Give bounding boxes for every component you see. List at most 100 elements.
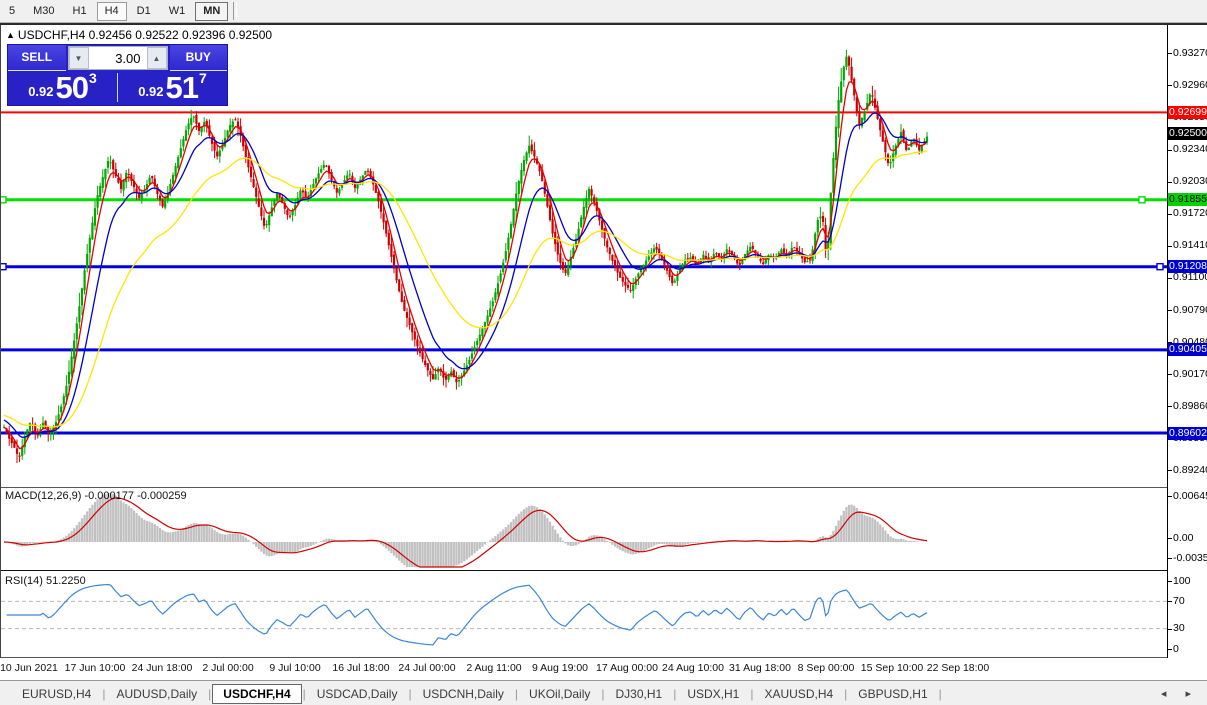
timeframe-button-h1[interactable]: H1 xyxy=(65,2,95,21)
rsi-axis-label: 70 xyxy=(1173,595,1185,608)
volume-increase-button[interactable]: ▲ xyxy=(147,47,167,69)
rsi-axis-label: 30 xyxy=(1173,622,1185,635)
sell-price-big: 50 xyxy=(56,74,88,102)
axis-price-label: 0.92960 xyxy=(1173,79,1207,92)
axis-price-label: 0.92340 xyxy=(1173,143,1207,156)
chart-tab-usdcnh[interactable]: USDCNH,Daily xyxy=(413,684,514,704)
timeframe-button-w1[interactable]: W1 xyxy=(161,2,194,21)
trade-panel-toggle-arrow[interactable]: ▲ xyxy=(6,30,15,40)
axis-tick xyxy=(1168,581,1172,582)
axis-price-label: 0.90790 xyxy=(1173,304,1207,317)
chart-region: 0.932700.929600.926500.923400.920300.917… xyxy=(0,25,1207,658)
rsi-axis-label: 0 xyxy=(1173,643,1179,656)
date-label: 9 Jul 10:00 xyxy=(269,662,320,674)
chart-title: ▲USDCHF,H4 0.92456 0.92522 0.92396 0.925… xyxy=(6,28,272,42)
axis-tick xyxy=(1168,53,1172,54)
date-label: 24 Aug 10:00 xyxy=(662,662,724,674)
tab-separator: | xyxy=(515,687,518,701)
axis-tick xyxy=(1168,246,1172,247)
tab-scroll-arrows[interactable]: ◂ ▸ xyxy=(1161,687,1199,700)
axis-price-label: 0.92030 xyxy=(1173,175,1207,188)
date-label: 17 Aug 00:00 xyxy=(596,662,658,674)
axis-tick xyxy=(1168,629,1172,630)
tab-separator: | xyxy=(208,687,211,701)
timeframe-button-mn[interactable]: MN xyxy=(195,2,228,21)
moving-average-slow[interactable] xyxy=(4,151,927,427)
rsi-label: RSI(14) 51.2250 xyxy=(5,575,86,587)
macd-axis-label: 0.006451 xyxy=(1173,490,1207,503)
toolbar-separator xyxy=(233,2,237,20)
price-tag: 0.90405 xyxy=(1168,343,1207,356)
date-label: 2 Jul 00:00 xyxy=(202,662,253,674)
timeframe-button-5[interactable]: 5 xyxy=(1,2,23,21)
sell-price-prefix: 0.92 xyxy=(28,82,53,102)
volume-decrease-button[interactable]: ▼ xyxy=(69,47,89,69)
chart-tab-usdchf[interactable]: USDCHF,H4 xyxy=(212,684,301,704)
axis-price-label: 0.91720 xyxy=(1173,207,1207,220)
buy-price-big: 51 xyxy=(166,74,198,102)
timeframe-button-m30[interactable]: M30 xyxy=(25,2,62,21)
axis-tick xyxy=(1168,310,1172,311)
axis-tick xyxy=(1168,496,1172,497)
price-tag: 0.91208 xyxy=(1168,260,1207,273)
sell-price-quote[interactable]: 0.92 50 3 xyxy=(8,71,117,104)
chart-tab-ukoil[interactable]: UKOil,Daily xyxy=(519,684,600,704)
axis-tick xyxy=(1168,278,1172,279)
price-tag: 0.89602 xyxy=(1168,427,1207,440)
price-axis[interactable]: 0.932700.929600.926500.923400.920300.917… xyxy=(1168,25,1207,658)
date-label: 2 Aug 11:00 xyxy=(466,662,521,674)
axis-tick xyxy=(1168,558,1172,559)
chart-tab-audusd[interactable]: AUDUSD,Daily xyxy=(106,684,207,704)
buy-button[interactable]: BUY xyxy=(170,45,228,71)
tab-separator: | xyxy=(844,687,847,701)
timeframe-button-h4[interactable]: H4 xyxy=(97,2,127,21)
chart-tab-usdcad[interactable]: USDCAD,Daily xyxy=(307,684,408,704)
line-handle[interactable] xyxy=(1,197,6,203)
axis-price-label: 0.89860 xyxy=(1173,400,1207,413)
rsi-axis-label: 100 xyxy=(1173,575,1191,588)
chart-tab-dj30[interactable]: DJ30,H1 xyxy=(606,684,673,704)
date-label: 22 Sep 18:00 xyxy=(927,662,989,674)
price-tag: 0.92500 xyxy=(1168,127,1207,140)
axis-price-label: 0.90170 xyxy=(1173,368,1207,381)
sell-price-sup: 3 xyxy=(89,72,97,84)
tab-separator: | xyxy=(408,687,411,701)
date-label: 9 Aug 19:00 xyxy=(532,662,588,674)
axis-price-label: 0.91100 xyxy=(1173,271,1207,284)
date-label: 24 Jul 00:00 xyxy=(398,662,455,674)
tab-separator: | xyxy=(673,687,676,701)
date-label: 16 Jul 18:00 xyxy=(332,662,389,674)
volume-spinner: ▼ ▲ xyxy=(68,46,168,70)
buy-price-sup: 7 xyxy=(199,72,207,84)
chart-tab-gbpusd[interactable]: GBPUSD,H1 xyxy=(848,684,937,704)
timeframe-button-d1[interactable]: D1 xyxy=(129,2,159,21)
axis-tick xyxy=(1168,601,1172,602)
moving-average-mid[interactable] xyxy=(4,113,927,437)
chart-tab-xauusd[interactable]: XAUUSD,H4 xyxy=(754,684,843,704)
chart-tab-usdx[interactable]: USDX,H1 xyxy=(677,684,749,704)
axis-tick xyxy=(1168,214,1172,215)
line-handle[interactable] xyxy=(1,264,6,270)
axis-tick xyxy=(1168,85,1172,86)
axis-tick xyxy=(1168,649,1172,650)
chevron-down-icon: ▼ xyxy=(75,54,83,63)
rsi-pane-canvas[interactable] xyxy=(1,573,1167,657)
moving-average-fast[interactable] xyxy=(4,82,927,449)
axis-price-label: 0.91410 xyxy=(1173,239,1207,252)
sell-button[interactable]: SELL xyxy=(8,45,66,71)
macd-label: MACD(12,26,9) -0.000177 -0.000259 xyxy=(5,490,187,502)
price-tag: 0.92699 xyxy=(1168,106,1207,119)
chevron-up-icon: ▲ xyxy=(153,54,161,63)
line-handle[interactable] xyxy=(1139,197,1145,203)
tab-separator: | xyxy=(939,687,942,701)
axis-tick xyxy=(1168,538,1172,539)
line-handle[interactable] xyxy=(1157,264,1163,270)
buy-price-prefix: 0.92 xyxy=(138,82,163,102)
tab-separator: | xyxy=(601,687,604,701)
chart-tab-eurusd[interactable]: EURUSD,H4 xyxy=(12,684,101,704)
macd-axis-label: -0.003507 xyxy=(1173,552,1207,565)
date-axis[interactable]: 10 Jun 202117 Jun 10:0024 Jun 18:002 Jul… xyxy=(0,658,1207,680)
volume-input[interactable] xyxy=(89,47,147,69)
chart-tab-bar: EURUSD,H4|AUDUSD,Daily|USDCHF,H4|USDCAD,… xyxy=(0,680,1207,705)
buy-price-quote[interactable]: 0.92 51 7 xyxy=(118,71,227,104)
